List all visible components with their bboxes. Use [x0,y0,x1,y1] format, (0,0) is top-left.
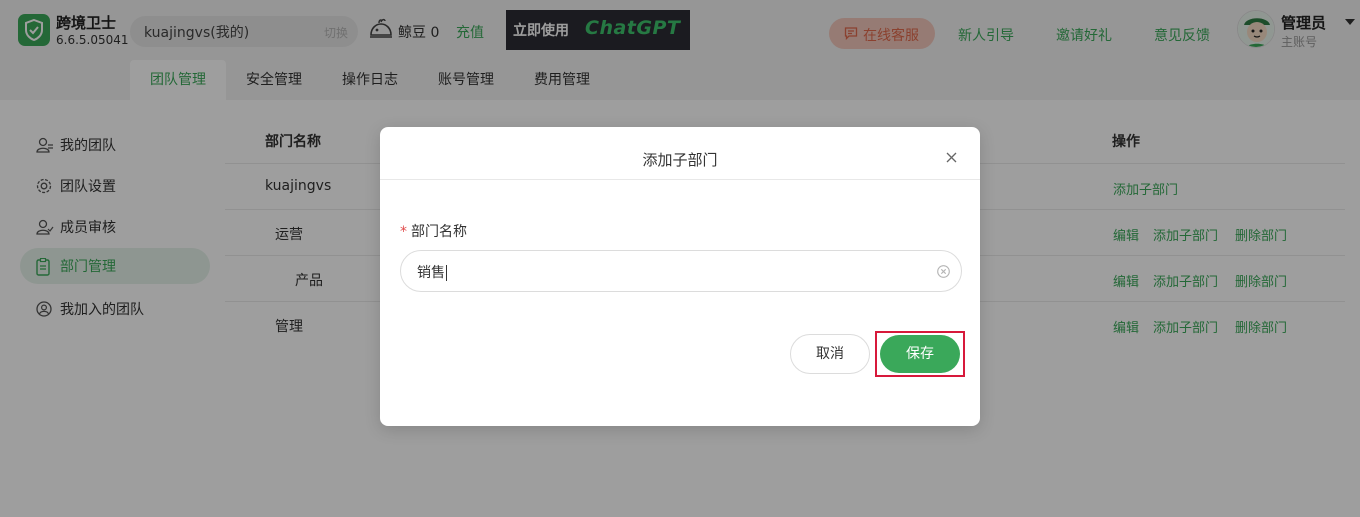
add-sub-department-dialog: 添加子部门 * 部门名称 销售 取消 保存 [380,127,980,426]
save-button[interactable]: 保存 [880,335,960,373]
cancel-button[interactable]: 取消 [790,334,870,374]
close-icon[interactable] [946,152,957,163]
dialog-title: 添加子部门 [642,151,718,169]
text-cursor [446,265,447,281]
clear-icon[interactable] [937,265,950,278]
dialog-header: 添加子部门 [380,127,980,180]
input-value: 销售 [417,262,447,282]
input-value-text: 销售 [417,265,445,281]
department-name-input[interactable]: 销售 [400,250,962,292]
field-label-text: 部门名称 [411,224,467,240]
department-name-label: * 部门名称 [400,221,467,241]
required-mark: * [400,224,407,240]
